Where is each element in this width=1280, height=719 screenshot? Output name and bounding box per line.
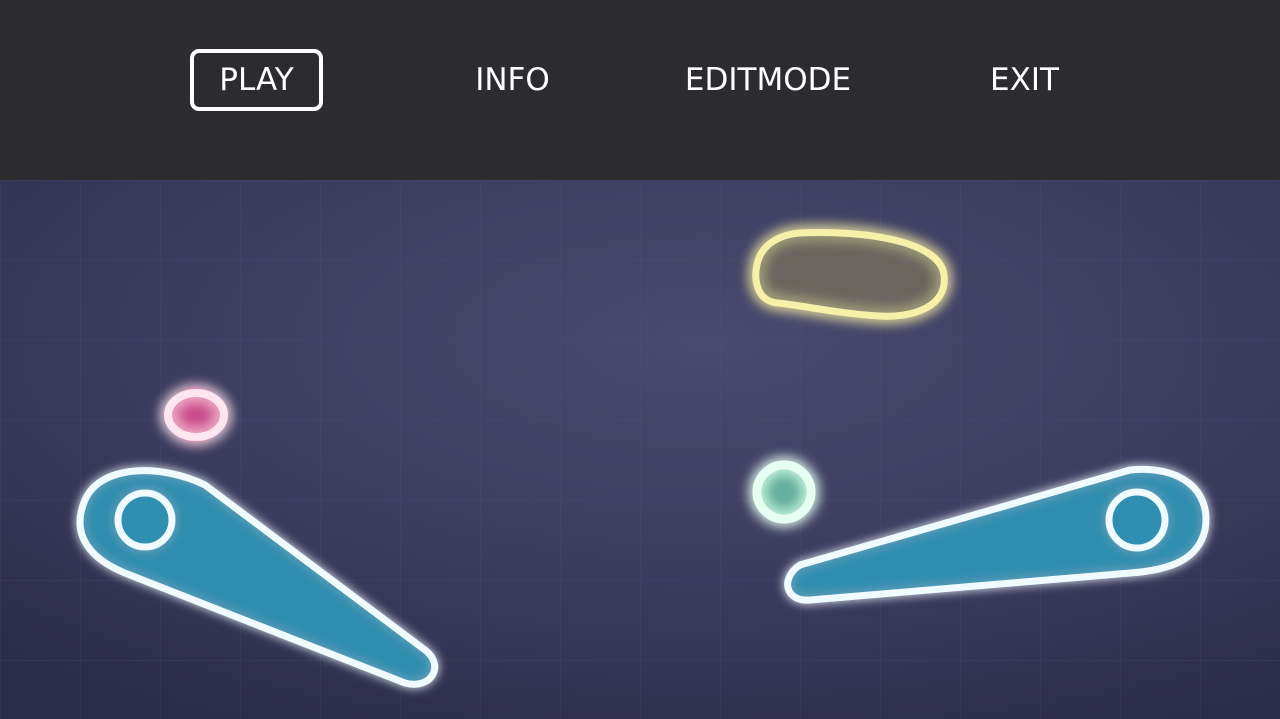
- playfield-grid: [0, 180, 1280, 719]
- exit-button[interactable]: EXIT: [958, 49, 1091, 111]
- game-screen: PLAY INFO EDITMODE EXIT: [0, 0, 1280, 719]
- green-bumper-icon: [752, 460, 816, 524]
- top-menu-bar: PLAY INFO EDITMODE EXIT: [0, 0, 1280, 180]
- play-button[interactable]: PLAY: [190, 49, 323, 111]
- info-button[interactable]: INFO: [446, 49, 579, 111]
- editmode-button[interactable]: EDITMODE: [668, 49, 868, 111]
- pink-bumper-icon: [164, 387, 228, 443]
- yellow-capsule-target-icon: [752, 229, 948, 320]
- pinball-playfield: [0, 180, 1280, 719]
